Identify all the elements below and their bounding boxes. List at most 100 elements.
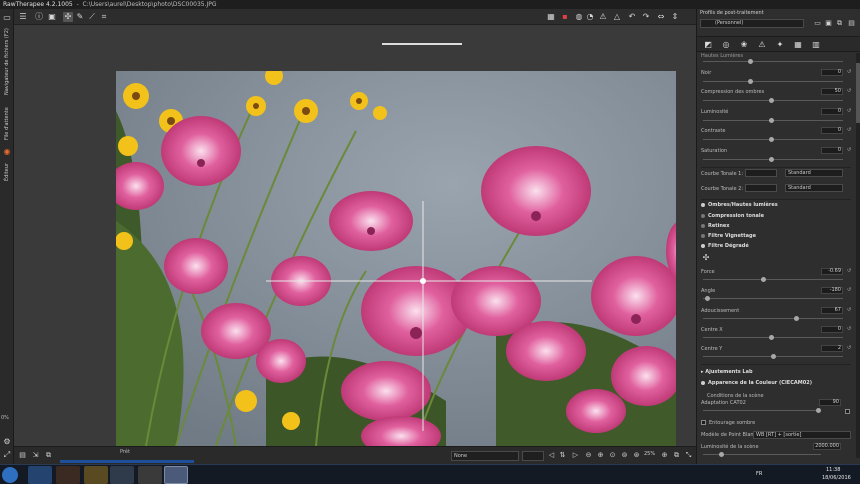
- section-ajustements-lab[interactable]: ▸ Ajustements Lab: [701, 369, 753, 375]
- value-saturation[interactable]: 0: [821, 147, 843, 154]
- zoom-out-icon[interactable]: ⊖: [584, 451, 593, 460]
- arrows-updown-icon[interactable]: ⇅: [558, 451, 567, 460]
- slider-angle[interactable]: [703, 298, 843, 299]
- knob-angle[interactable]: [705, 296, 710, 301]
- value-adoucissement[interactable]: 67: [821, 307, 843, 314]
- zoom-fit-icon-2[interactable]: ⊚: [620, 451, 629, 460]
- curve-1-button[interactable]: [745, 169, 777, 177]
- save-icon[interactable]: ▣: [824, 19, 833, 28]
- zoom-fill-icon[interactable]: ⊛: [632, 451, 641, 460]
- value-noir[interactable]: 0: [821, 69, 843, 76]
- slider-track[interactable]: [703, 61, 843, 62]
- history-icon[interactable]: ☰: [18, 12, 28, 22]
- reset-icon[interactable]: ↺: [847, 89, 852, 94]
- tool-scrollbar[interactable]: [856, 53, 860, 458]
- reset-icon[interactable]: ↺: [847, 109, 852, 114]
- crosshair-icon[interactable]: ✣: [63, 12, 73, 22]
- print-icon[interactable]: ▤: [18, 451, 27, 460]
- zoom-fit-icon[interactable]: ▦: [546, 12, 556, 22]
- open-external-icon[interactable]: ⧉: [44, 451, 53, 460]
- reset-icon[interactable]: ↺: [847, 308, 852, 313]
- media-player-icon[interactable]: [56, 466, 80, 484]
- flip-v-icon[interactable]: ⇕: [670, 12, 680, 22]
- value-angle[interactable]: -180: [821, 287, 843, 294]
- knob-compression-ombres[interactable]: [769, 98, 774, 103]
- section-filtre-vignettage[interactable]: Filtre Vignettage: [701, 233, 756, 239]
- pipette-icon[interactable]: ✎: [75, 12, 85, 22]
- value-luminosite[interactable]: 0: [821, 108, 843, 115]
- crosshair-tool-icon[interactable]: ✣: [701, 253, 711, 263]
- focus-icon[interactable]: ◍: [574, 12, 584, 22]
- rawtherapee-task-icon[interactable]: [164, 466, 188, 484]
- info-icon[interactable]: ⓘ: [34, 12, 44, 22]
- slider-adoucissement[interactable]: [703, 318, 843, 319]
- knob-centre-y[interactable]: [771, 354, 776, 359]
- arrow-right-icon[interactable]: ▷: [571, 451, 580, 460]
- reset-icon[interactable]: ↺: [847, 148, 852, 153]
- wavelet-tab-icon[interactable]: ✦: [775, 40, 785, 50]
- value-scene-luminance[interactable]: 2000.000: [813, 443, 841, 450]
- tab-editor[interactable]: Éditeur: [1, 159, 13, 185]
- fullscreen-toggle-icon[interactable]: ⤡: [684, 451, 693, 460]
- value-compression-ombres[interactable]: 50: [821, 88, 843, 95]
- color-tab-icon[interactable]: ❀: [739, 40, 749, 50]
- transform-tab-icon[interactable]: ⚠: [757, 40, 767, 50]
- scrollbar-thumb[interactable]: [856, 63, 860, 123]
- start-button[interactable]: [2, 467, 18, 483]
- value-force[interactable]: -0.69: [821, 268, 843, 275]
- reset-icon[interactable]: ↺: [847, 70, 852, 75]
- rotate-left-icon[interactable]: ↶: [627, 12, 637, 22]
- curve-1-mode[interactable]: Standard: [785, 169, 843, 177]
- knob-adoucissement[interactable]: [794, 316, 799, 321]
- curve-2-mode[interactable]: Standard: [785, 184, 843, 192]
- knob-centre-x[interactable]: [769, 335, 774, 340]
- value-centre-x[interactable]: 0: [821, 326, 843, 333]
- knob-adaptation[interactable]: [816, 408, 821, 413]
- before-after-icon[interactable]: ▣: [47, 12, 57, 22]
- new-window-icon[interactable]: ⧉: [672, 451, 681, 460]
- editor-color-icon[interactable]: ◉: [2, 147, 12, 157]
- tray-language[interactable]: FR: [756, 471, 762, 477]
- raw-tab-icon[interactable]: ▦: [793, 40, 803, 50]
- reset-icon[interactable]: ↺: [847, 346, 852, 351]
- warning-shadow-icon[interactable]: ◔: [585, 12, 595, 22]
- knob-force[interactable]: [761, 277, 766, 282]
- section-ciecam02[interactable]: Apparence de la Couleur (CIECAM02): [701, 380, 812, 386]
- slider-noir[interactable]: [703, 81, 843, 82]
- slider-adaptation[interactable]: [703, 410, 821, 411]
- slider-force[interactable]: [703, 279, 843, 280]
- knob-saturation[interactable]: [769, 157, 774, 162]
- surround-checkbox[interactable]: [701, 420, 706, 425]
- knob-noir[interactable]: [748, 79, 753, 84]
- section-retinex[interactable]: Retinex: [701, 223, 730, 229]
- app-icon[interactable]: [138, 466, 162, 484]
- folder-open-icon[interactable]: ▭: [813, 19, 822, 28]
- section-ombres-hl[interactable]: Ombres/Hautes lumières: [701, 202, 778, 208]
- straighten-icon[interactable]: ⟋: [87, 12, 97, 22]
- metadata-tab-icon[interactable]: ▥: [811, 40, 821, 50]
- chrome-icon[interactable]: [110, 466, 134, 484]
- color-mode-select[interactable]: [522, 451, 544, 461]
- paste-icon[interactable]: ▤: [847, 19, 856, 28]
- curve-2-button[interactable]: [745, 184, 777, 192]
- arrow-left-icon[interactable]: ◁: [547, 451, 556, 460]
- knob-contraste[interactable]: [769, 137, 774, 142]
- reset-icon[interactable]: ↺: [847, 288, 852, 293]
- zoom-fit-screen-icon[interactable]: ⊕: [660, 451, 669, 460]
- wb-model-select[interactable]: WB [RT] + [sortie]: [753, 431, 851, 439]
- warning-highlight-icon[interactable]: ⚠: [598, 12, 608, 22]
- image-canvas[interactable]: [14, 25, 696, 456]
- export-icon[interactable]: ⇲: [31, 451, 40, 460]
- copy-icon[interactable]: ⧉: [835, 19, 844, 28]
- value-centre-y[interactable]: 2: [821, 345, 843, 352]
- reset-icon[interactable]: ↺: [847, 327, 852, 332]
- exposure-tab-icon[interactable]: ◩: [703, 40, 713, 50]
- settings-icon[interactable]: ⚙: [2, 437, 12, 447]
- rotate-right-icon[interactable]: ↷: [641, 12, 651, 22]
- zoom-100-icon[interactable]: ⊙: [608, 451, 617, 460]
- reset-icon[interactable]: ↺: [847, 128, 852, 133]
- clock-date[interactable]: 18/06/2016: [822, 475, 851, 481]
- flip-h-icon[interactable]: ⇔: [656, 12, 666, 22]
- folder-icon[interactable]: ▭: [2, 13, 12, 23]
- value-adaptation[interactable]: 90: [819, 399, 841, 406]
